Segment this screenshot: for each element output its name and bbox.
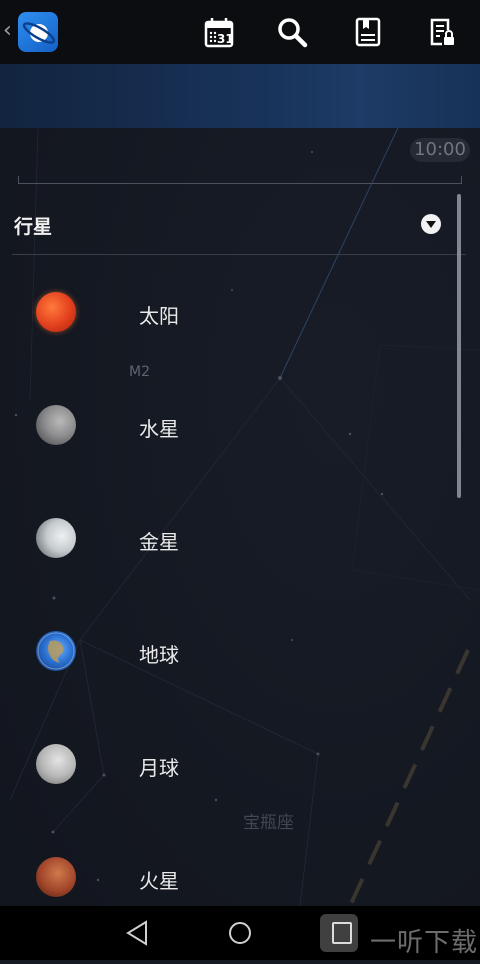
list-item-mercury[interactable]: 水星 xyxy=(0,369,456,481)
sky-horizon-band xyxy=(0,64,480,128)
list-item-sun[interactable]: 太阳 xyxy=(0,256,456,368)
back-triangle-icon[interactable] xyxy=(126,920,147,946)
list-item-venus[interactable]: 金星 xyxy=(0,482,456,594)
top-toolbar: ‹ 31 xyxy=(0,0,480,64)
bookmark-list-button[interactable] xyxy=(350,14,386,50)
timeline-tick-left xyxy=(18,176,19,184)
search-icon xyxy=(278,18,308,48)
mercury-icon xyxy=(36,405,76,445)
notes-button[interactable] xyxy=(424,14,460,50)
time-badge[interactable]: 10:00 xyxy=(410,138,470,162)
chevron-down-circle-icon[interactable] xyxy=(421,214,441,234)
calendar-icon: 31 xyxy=(204,18,234,48)
planet-label: 火星 xyxy=(139,869,179,893)
calendar-button[interactable]: 31 xyxy=(201,14,237,50)
planet-label: 金星 xyxy=(139,530,179,554)
back-chevron-icon[interactable]: ‹ xyxy=(3,18,12,43)
saturn-icon xyxy=(22,22,56,44)
watermark-logo xyxy=(320,914,358,952)
planet-label: 月球 xyxy=(139,756,179,780)
app-logo[interactable] xyxy=(18,12,58,52)
earth-continents xyxy=(37,632,75,670)
chevron-down-glyph xyxy=(426,221,436,228)
list-item-earth[interactable]: 地球 xyxy=(0,595,456,707)
list-scrollbar[interactable] xyxy=(457,194,461,498)
moon-icon xyxy=(36,744,76,784)
timeline-tick-right xyxy=(461,176,462,184)
venus-icon xyxy=(36,518,76,558)
home-circle-icon[interactable] xyxy=(229,922,251,944)
category-header-planets[interactable]: 行星 xyxy=(0,200,466,248)
category-title: 行星 xyxy=(14,216,53,238)
search-button[interactable] xyxy=(274,14,310,50)
calendar-day-number: 31 xyxy=(217,32,234,46)
earth-icon xyxy=(36,631,76,671)
mars-icon xyxy=(36,857,76,897)
timeline-slider-track[interactable] xyxy=(18,183,462,184)
notes-lock-icon xyxy=(430,18,454,46)
sun-icon xyxy=(36,292,76,332)
planet-label: 地球 xyxy=(139,643,179,667)
list-item-moon[interactable]: 月球 xyxy=(0,708,456,820)
planet-label: 太阳 xyxy=(139,304,179,328)
category-divider xyxy=(12,254,466,255)
watermark-text: 一听下载 xyxy=(370,928,479,958)
planet-label: 水星 xyxy=(139,417,179,441)
bookmark-icon xyxy=(355,17,381,47)
